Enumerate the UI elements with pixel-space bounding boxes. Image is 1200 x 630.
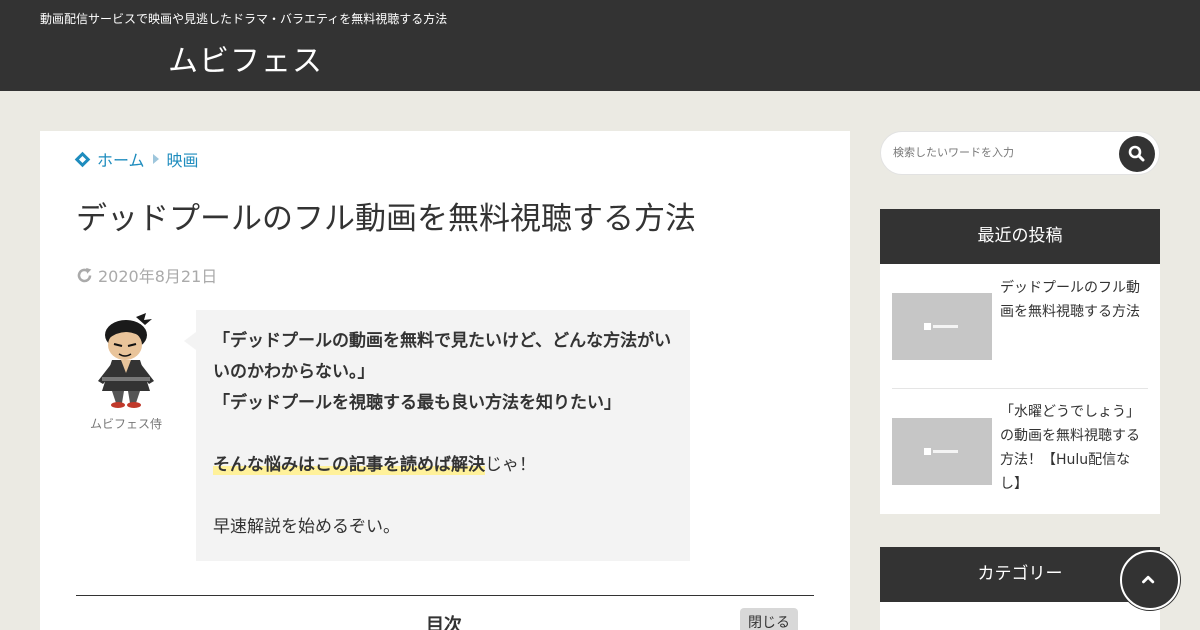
bubble-highlight: そんな悩みはこの記事を読めば解決 bbox=[213, 455, 485, 475]
bubble-line-1: 「デッドプールの動画を無料で見たいけど、どんな方法がいいのかわからない。」 bbox=[213, 331, 672, 382]
recent-post-thumbnail[interactable] bbox=[892, 418, 992, 485]
recent-posts-list: デッドプールのフル動画を無料視聴する方法 「水曜どうでしょう」の動画を無料視聴す… bbox=[880, 264, 1160, 514]
category-list bbox=[880, 602, 1160, 630]
search-button[interactable] bbox=[1119, 136, 1155, 172]
bubble-highlight-line: そんな悩みはこの記事を読めば解決じゃ！ bbox=[213, 450, 673, 481]
recent-post-thumbnail[interactable] bbox=[892, 293, 992, 360]
bubble-line-2: 「デッドプールを視聴する最も良い方法を知りたい」 bbox=[213, 393, 621, 413]
post-updated-date: 2020年8月21日 bbox=[98, 267, 218, 286]
recent-post-title[interactable]: デッドプールのフル動画を無料視聴する方法 bbox=[1000, 276, 1148, 324]
breadcrumb-separator-icon bbox=[152, 154, 159, 164]
toc-close-button[interactable]: 閉じる bbox=[740, 608, 798, 630]
placeholder-logo-icon bbox=[924, 448, 958, 455]
recent-posts-heading: 最近の投稿 bbox=[880, 209, 1160, 264]
recent-posts-divider bbox=[892, 388, 1148, 389]
breadcrumb-home-link[interactable]: ホーム bbox=[97, 147, 145, 171]
breadcrumb: ホーム 映画 bbox=[76, 148, 199, 170]
recent-post-title[interactable]: 「水曜どうでしょう」の動画を無料視聴する方法！【Hulu配信なし】 bbox=[1000, 400, 1148, 496]
home-icon bbox=[76, 153, 89, 166]
search-input[interactable]: 検索したいワードを入力 bbox=[893, 144, 1014, 160]
toc-title: 目次 bbox=[426, 615, 462, 630]
site-header: 動画配信サービスで映画や見逃したドラマ・バラエティを無料視聴する方法 ムビフェス bbox=[0, 0, 1200, 91]
breadcrumb-category-link[interactable]: 映画 bbox=[167, 147, 199, 171]
bubble-highlight-suffix: じゃ！ bbox=[485, 455, 536, 475]
category-heading: カテゴリー bbox=[880, 547, 1160, 602]
placeholder-logo-icon bbox=[924, 323, 958, 330]
site-tagline: 動画配信サービスで映画や見逃したドラマ・バラエティを無料視聴する方法 bbox=[40, 12, 448, 26]
toc-divider bbox=[76, 595, 814, 596]
search-box: 検索したいワードを入力 bbox=[880, 131, 1160, 175]
post-date: 2020年8月21日 bbox=[76, 263, 217, 287]
bubble-spacer bbox=[213, 481, 673, 512]
bubble-spacer bbox=[213, 419, 673, 450]
speaker-name: ムビフェス侍 bbox=[90, 417, 163, 431]
site-title-link[interactable]: ムビフェス bbox=[168, 36, 323, 80]
recent-post-item[interactable]: 「水曜どうでしょう」の動画を無料視聴する方法！【Hulu配信なし】 bbox=[892, 402, 1148, 502]
article-card: ホーム 映画 デッドプールのフル動画を無料視聴する方法 2020年8月21日 ム… bbox=[40, 131, 850, 630]
post-title: デッドプールのフル動画を無料視聴する方法 bbox=[76, 201, 696, 237]
back-to-top-button[interactable] bbox=[1120, 550, 1180, 610]
samurai-avatar bbox=[98, 313, 154, 408]
chevron-up-icon bbox=[1142, 575, 1155, 584]
recent-post-item[interactable]: デッドプールのフル動画を無料視聴する方法 bbox=[892, 278, 1148, 378]
search-icon bbox=[1128, 145, 1145, 162]
speaker: ムビフェス侍 bbox=[90, 311, 162, 432]
bubble-closing: 早速解説を始めるぞい。 bbox=[213, 517, 400, 537]
speech-bubble: 「デッドプールの動画を無料で見たいけど、どんな方法がいいのかわからない。」 「デ… bbox=[184, 310, 690, 561]
refresh-icon bbox=[77, 267, 92, 282]
